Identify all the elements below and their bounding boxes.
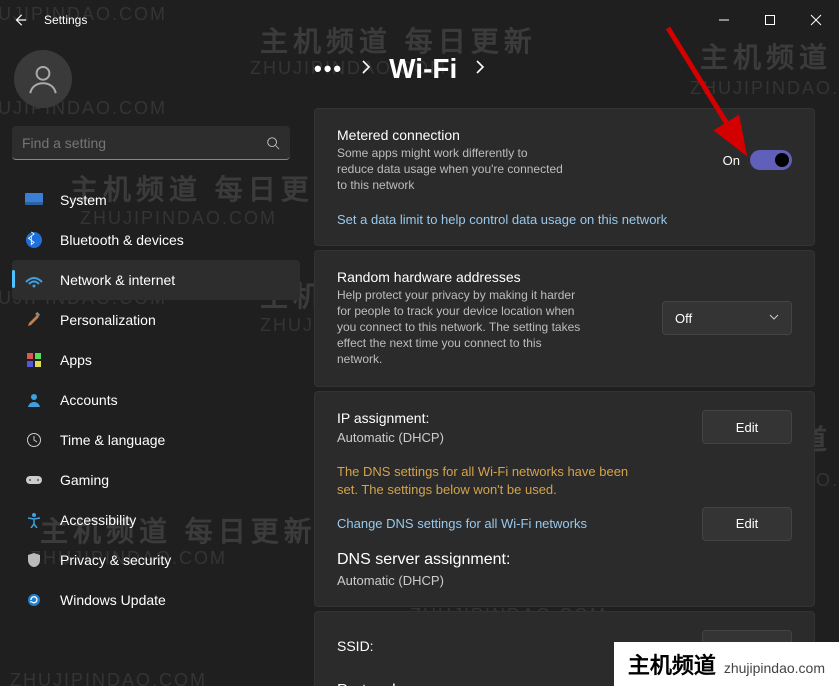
sidebar: System Bluetooth & devices Network & int…	[0, 40, 300, 686]
sidebar-item-network[interactable]: Network & internet	[12, 260, 300, 300]
sidebar-item-label: Accessibility	[60, 512, 136, 528]
shield-icon	[24, 550, 44, 570]
random-hw-card: Random hardware addresses Help protect y…	[314, 250, 815, 387]
sidebar-item-label: Accounts	[60, 392, 118, 408]
sidebar-item-accounts[interactable]: Accounts	[12, 380, 300, 420]
sidebar-item-system[interactable]: System	[12, 180, 300, 220]
dns-edit-button[interactable]: Edit	[702, 507, 792, 541]
sidebar-item-apps[interactable]: Apps	[12, 340, 300, 380]
sidebar-item-gaming[interactable]: Gaming	[12, 460, 300, 500]
window-title: Settings	[44, 13, 87, 27]
ip-assignment-label: IP assignment:	[337, 410, 682, 426]
clock-icon	[24, 430, 44, 450]
breadcrumb: ••• Wi-Fi	[314, 40, 815, 98]
maximize-icon	[764, 14, 776, 26]
chevron-right-icon	[361, 59, 371, 80]
page-title: Wi-Fi	[389, 53, 457, 85]
sidebar-item-label: Personalization	[60, 312, 156, 328]
sidebar-item-time[interactable]: Time & language	[12, 420, 300, 460]
minimize-button[interactable]	[701, 0, 747, 40]
user-avatar[interactable]	[14, 50, 72, 108]
bluetooth-icon	[24, 230, 44, 250]
back-arrow-icon	[13, 13, 27, 27]
search-icon	[266, 136, 280, 150]
main-content: ••• Wi-Fi Metered connection Some apps m…	[300, 40, 839, 686]
accessibility-icon	[24, 510, 44, 530]
ip-edit-button[interactable]: Edit	[702, 410, 792, 444]
sidebar-item-label: System	[60, 192, 107, 208]
sidebar-item-accessibility[interactable]: Accessibility	[12, 500, 300, 540]
dns-notice: The DNS settings for all Wi-Fi networks …	[337, 463, 637, 499]
network-icon	[24, 270, 44, 290]
sidebar-item-label: Time & language	[60, 432, 165, 448]
random-hw-title: Random hardware addresses	[337, 269, 642, 285]
sidebar-item-label: Gaming	[60, 472, 109, 488]
chevron-down-icon	[769, 314, 779, 322]
breadcrumb-more-icon[interactable]: •••	[314, 56, 343, 82]
gaming-icon	[24, 470, 44, 490]
random-hw-desc: Help protect your privacy by making it h…	[337, 287, 587, 368]
search-input[interactable]	[22, 135, 266, 151]
dns-change-link[interactable]: Change DNS settings for all Wi-Fi networ…	[337, 516, 682, 531]
sidebar-item-privacy[interactable]: Privacy & security	[12, 540, 300, 580]
metered-toggle[interactable]: On	[723, 150, 792, 170]
sidebar-item-label: Apps	[60, 352, 92, 368]
apps-icon	[24, 350, 44, 370]
chevron-right-icon	[475, 59, 485, 80]
ip-assignment-value: Automatic (DHCP)	[337, 430, 682, 445]
update-icon	[24, 590, 44, 610]
data-limit-link[interactable]: Set a data limit to help control data us…	[337, 212, 792, 227]
metered-desc: Some apps might work differently to redu…	[337, 145, 567, 194]
person-icon	[26, 62, 60, 96]
dropdown-value: Off	[675, 311, 692, 326]
sidebar-item-label: Windows Update	[60, 592, 166, 608]
close-button[interactable]	[793, 0, 839, 40]
minimize-icon	[718, 14, 730, 26]
dns-assignment-label: DNS server assignment:	[337, 551, 792, 569]
sidebar-item-bluetooth[interactable]: Bluetooth & devices	[12, 220, 300, 260]
toggle-switch-icon	[750, 150, 792, 170]
system-icon	[24, 190, 44, 210]
titlebar: Settings	[0, 0, 839, 40]
search-box[interactable]	[12, 126, 290, 160]
random-hw-dropdown[interactable]: Off	[662, 301, 792, 335]
sidebar-item-personalization[interactable]: Personalization	[12, 300, 300, 340]
brush-icon	[24, 310, 44, 330]
sidebar-item-label: Network & internet	[60, 272, 175, 288]
back-button[interactable]	[0, 0, 40, 40]
metered-title: Metered connection	[337, 127, 703, 143]
dns-assignment-value: Automatic (DHCP)	[337, 573, 792, 588]
toggle-state-label: On	[723, 153, 740, 168]
metered-connection-card: Metered connection Some apps might work …	[314, 108, 815, 246]
accounts-icon	[24, 390, 44, 410]
sidebar-item-label: Privacy & security	[60, 552, 171, 568]
close-icon	[810, 14, 822, 26]
sidebar-item-label: Bluetooth & devices	[60, 232, 184, 248]
ip-dns-card: IP assignment: Automatic (DHCP) Edit The…	[314, 391, 815, 607]
maximize-button[interactable]	[747, 0, 793, 40]
sidebar-item-update[interactable]: Windows Update	[12, 580, 300, 620]
corner-watermark: 主机频道 zhujipindao.com	[614, 642, 839, 686]
